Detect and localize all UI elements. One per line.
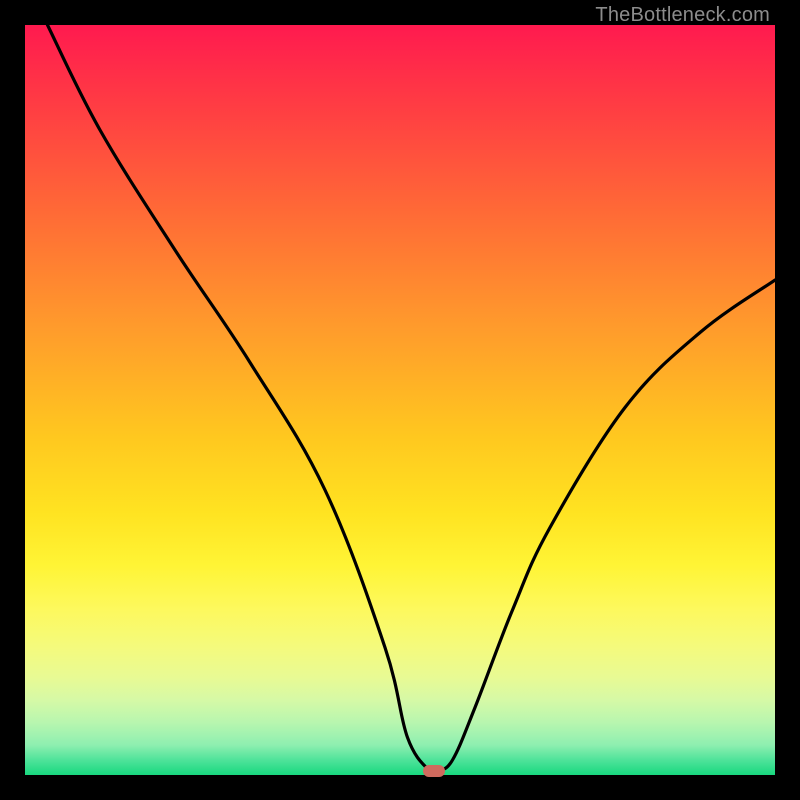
- plot-area: [25, 25, 775, 775]
- watermark-text: TheBottleneck.com: [595, 4, 770, 27]
- chart-frame: TheBottleneck.com: [0, 0, 800, 800]
- bottleneck-curve: [25, 25, 775, 775]
- optimum-marker: [423, 765, 445, 777]
